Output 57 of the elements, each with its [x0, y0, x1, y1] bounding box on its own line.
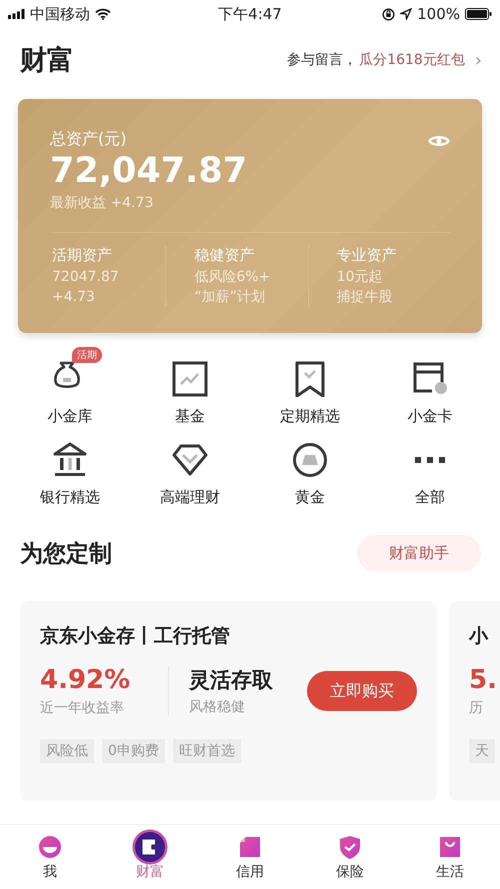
tab-item[interactable]: 我 [5, 833, 95, 881]
shortcut-label[interactable]: 小金卡 [408, 407, 452, 426]
shortcut-label[interactable]: 小金库 [48, 407, 92, 426]
shortcut-label[interactable]: 银行精选 [40, 488, 100, 507]
location-arrow-icon [400, 8, 412, 20]
product-tag: 天 [469, 739, 495, 763]
product-tag: 风险低 [40, 739, 94, 763]
asset-category-detail: 捕捉牛股 [336, 288, 394, 307]
tab-item[interactable]: 生活 [405, 833, 495, 881]
product-card[interactable]: 京东小金存丨工行托管 4.92% 近一年收益率 灵活存取 风格稳健 立即购买 风险低 0申购费 旺财首选 [20, 601, 437, 801]
product-feature: 灵活存取 [189, 667, 274, 694]
card-icon[interactable] [412, 361, 448, 397]
rotation-lock-icon [382, 8, 396, 20]
status-time: 下午4:47 [218, 4, 282, 24]
feature-label: 风格稳健 [189, 698, 246, 716]
tab-item[interactable]: 保险 [305, 833, 395, 881]
carrier-name: 中国移动 [30, 4, 90, 24]
tab-item[interactable]: 财富 [105, 833, 195, 881]
shortcut-label[interactable]: 定期精选 [280, 407, 340, 426]
asset-category-detail: 10元起 [336, 268, 384, 287]
shortcut-label[interactable]: 基金 [175, 407, 205, 426]
assistant-button[interactable]: 财富助手 [357, 535, 481, 571]
product-card[interactable]: 小 5. 历 天 [449, 601, 500, 801]
diamond-icon[interactable] [172, 442, 208, 478]
signal-icon [8, 9, 25, 19]
page-title: 财富 [20, 44, 74, 78]
tab-item[interactable]: 信用 [205, 833, 295, 881]
total-amount: 72,047.87 [50, 150, 248, 192]
shortcut-label[interactable]: 黄金 [295, 488, 325, 507]
latest-earnings: 最新收益 +4.73 [50, 194, 154, 212]
promo-link[interactable]: 参与留言，瓜分1618元红包 › [287, 50, 482, 70]
yield-label: 近一年收益率 [40, 699, 125, 717]
badge: 活期 [72, 347, 102, 363]
bank-icon[interactable] [52, 442, 88, 478]
battery-percent: 100% [417, 5, 460, 23]
asset-category-detail: “加薪”计划 [194, 288, 266, 307]
yield-label: 历 [469, 699, 484, 717]
wifi-icon [95, 8, 111, 20]
product-title: 京东小金存丨工行托管 [40, 624, 231, 649]
chart-frame-icon[interactable] [172, 361, 208, 397]
asset-category-detail: 72047.87 [52, 268, 120, 287]
ingot-icon[interactable] [292, 442, 328, 478]
buy-button[interactable]: 立即购买 [307, 671, 417, 711]
product-title: 小 [469, 624, 490, 649]
smiley-icon [36, 833, 64, 861]
product-tag: 旺财首选 [172, 739, 241, 763]
asset-category-detail: 低风险6%+ [194, 268, 272, 287]
shortcut-label[interactable]: 高端理财 [160, 488, 220, 507]
battery-icon [465, 8, 492, 20]
section-title: 为您定制 [20, 540, 112, 568]
yield-rate: 5. [469, 665, 498, 695]
shortcut-label[interactable]: 全部 [415, 488, 445, 507]
asset-category-detail: +4.73 [52, 288, 96, 307]
yield-rate: 4.92% [40, 665, 132, 695]
wallet-icon [132, 830, 168, 864]
product-tag: 0申购费 [102, 739, 165, 763]
asset-label: 总资产(元) [50, 129, 128, 150]
